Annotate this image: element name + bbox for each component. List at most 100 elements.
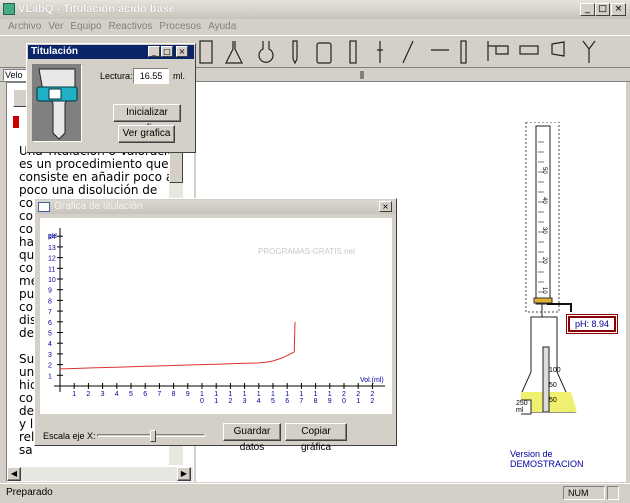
burette-mark: 50 bbox=[541, 167, 547, 174]
tool-cylinder-icon bbox=[460, 40, 467, 64]
x-tick-label: 1 bbox=[314, 391, 318, 398]
tool-rod-icon bbox=[292, 40, 298, 65]
burette-stopcock-icon bbox=[36, 68, 78, 140]
menu-item-ayuda[interactable]: Ayuda bbox=[208, 21, 236, 32]
close-button[interactable]: × bbox=[611, 3, 626, 16]
y-tick-label: 12 bbox=[48, 256, 56, 263]
app-titlebar: VLabQ - Titulación ácido base _ □ × bbox=[0, 0, 630, 19]
x-tick-label: 9 bbox=[186, 391, 190, 398]
flask-mark-100: 100 bbox=[549, 367, 561, 374]
status-text: Preparado bbox=[6, 487, 53, 498]
maximize-button[interactable]: □ bbox=[595, 3, 610, 16]
red-marker-icon bbox=[13, 116, 19, 128]
y-tick-label: 7 bbox=[48, 309, 52, 316]
tab-velo[interactable]: Velo bbox=[3, 69, 27, 81]
x-tick-label: 7 bbox=[157, 391, 161, 398]
y-tick-label: 10 bbox=[48, 277, 56, 284]
titulacion-window: Titulación _ □ × Lectura: 16.55 ml. Inic… bbox=[26, 43, 196, 153]
menu-item-archivo[interactable]: Archivo bbox=[8, 21, 41, 32]
titulacion-max-button[interactable]: □ bbox=[161, 46, 173, 57]
x-tick-label: 4 bbox=[115, 391, 119, 398]
x-tick-label: 0 bbox=[342, 398, 346, 405]
graph-close-button[interactable]: × bbox=[379, 201, 392, 212]
x-axis-label: Vol.(ml) bbox=[360, 377, 384, 384]
y-tick-label: 14 bbox=[48, 234, 56, 241]
x-tick-label: 8 bbox=[314, 398, 318, 405]
init-graph-button[interactable]: Inicializar grafica bbox=[113, 104, 181, 134]
x-tick-label: 3 bbox=[101, 391, 105, 398]
menu-item-equipo[interactable]: Equipo bbox=[70, 21, 101, 32]
num-indicator: NUM bbox=[563, 486, 605, 500]
lectura-unit: ml. bbox=[173, 71, 185, 81]
scale-label: Escala eje X: bbox=[43, 431, 96, 441]
x-tick-label: 1 bbox=[299, 391, 303, 398]
x-tick-label: 6 bbox=[285, 398, 289, 405]
save-data-button[interactable]: Guardar datos bbox=[223, 423, 281, 453]
titration-chart: PROGRAMAS-GRATIS.netpHVol.(ml)1413121110… bbox=[40, 218, 392, 414]
text-line: de bbox=[19, 326, 34, 340]
lectura-label: Lectura: bbox=[100, 71, 133, 81]
tool-funnel-icon bbox=[551, 41, 565, 57]
x-tick-label: 1 bbox=[72, 391, 76, 398]
scale-slider-thumb[interactable] bbox=[150, 430, 156, 442]
minimize-button[interactable]: _ bbox=[580, 3, 595, 16]
graph-titlebar: Grafica de titulación bbox=[36, 200, 395, 214]
app-title: VLabQ - Titulación ácido base bbox=[18, 3, 175, 15]
titulacion-min-button[interactable]: _ bbox=[148, 46, 160, 57]
burette-mark: 20 bbox=[541, 257, 547, 264]
x-tick-label: 1 bbox=[243, 391, 247, 398]
x-tick-label: 8 bbox=[172, 391, 176, 398]
horizontal-scrollbar[interactable]: ◀ ▶ bbox=[7, 467, 193, 481]
menu-item-reactivos[interactable]: Reactivos bbox=[109, 21, 153, 32]
flask-mark-50b: 50 bbox=[549, 397, 557, 404]
copy-graph-button[interactable]: Copiar gráfica bbox=[285, 423, 347, 453]
x-tick-label: 1 bbox=[228, 391, 232, 398]
menu-item-procesos[interactable]: Procesos bbox=[159, 21, 201, 32]
x-tick-label: 1 bbox=[214, 398, 218, 405]
graph-title: Grafica de titulación bbox=[54, 201, 143, 212]
x-tick-label: 7 bbox=[299, 398, 303, 405]
x-tick-label: 1 bbox=[328, 391, 332, 398]
x-tick-label: 2 bbox=[86, 391, 90, 398]
y-tick-label: 4 bbox=[48, 341, 52, 348]
graph-window: Grafica de titulación × PROGRAMAS-GRATIS… bbox=[34, 198, 397, 453]
menu-bar: Archivo Ver Equipo Reactivos Procesos Ayuda bbox=[8, 21, 243, 35]
burette-mark: 40 bbox=[541, 197, 547, 204]
x-tick-label: 1 bbox=[285, 391, 289, 398]
burette-stopcock bbox=[533, 297, 553, 304]
x-tick-label: 9 bbox=[328, 398, 332, 405]
scroll-right-button[interactable]: ▶ bbox=[177, 467, 191, 481]
tool-pipette-icon bbox=[199, 40, 213, 64]
x-tick-label: 2 bbox=[370, 398, 374, 405]
scroll-left-button[interactable]: ◀ bbox=[7, 467, 21, 481]
titulacion-image bbox=[32, 64, 82, 142]
burette-mark: 30 bbox=[541, 227, 547, 234]
ph-display: pH: 8.94 bbox=[566, 314, 618, 334]
demo-version-text: Version de DEMOSTRACION bbox=[510, 449, 584, 469]
x-tick-label: 2 bbox=[342, 391, 346, 398]
watermark-text: PROGRAMAS-GRATIS.net bbox=[258, 247, 356, 256]
status-bar: Preparado NUM bbox=[0, 483, 630, 503]
tool-balance-icon bbox=[519, 45, 539, 55]
y-tick-label: 6 bbox=[48, 320, 52, 327]
menu-item-ver[interactable]: Ver bbox=[48, 21, 63, 32]
x-tick-label: 6 bbox=[143, 391, 147, 398]
x-tick-label: 5 bbox=[129, 391, 133, 398]
lectura-value-field: 16.55 bbox=[133, 68, 169, 84]
titulacion-close-button[interactable]: × bbox=[176, 46, 188, 57]
scale-slider[interactable] bbox=[97, 430, 205, 442]
y-tick-label: 9 bbox=[48, 288, 52, 295]
view-graph-button[interactable]: Ver grafica bbox=[118, 125, 175, 143]
x-tick-label: 1 bbox=[356, 398, 360, 405]
ruler-marker[interactable] bbox=[360, 71, 364, 79]
status-pane-2 bbox=[607, 486, 619, 500]
x-tick-label: 1 bbox=[271, 391, 275, 398]
burette-mark: 10 bbox=[541, 287, 547, 294]
y-tick-label: 2 bbox=[48, 363, 52, 370]
tool-phmeter-icon bbox=[487, 41, 509, 61]
text-line: poco una disolución de bbox=[19, 183, 158, 197]
tool-stick-icon bbox=[402, 40, 414, 64]
titulacion-title: Titulación bbox=[31, 46, 79, 57]
y-tick-label: 3 bbox=[48, 352, 52, 359]
y-tick-label: 13 bbox=[48, 245, 56, 252]
